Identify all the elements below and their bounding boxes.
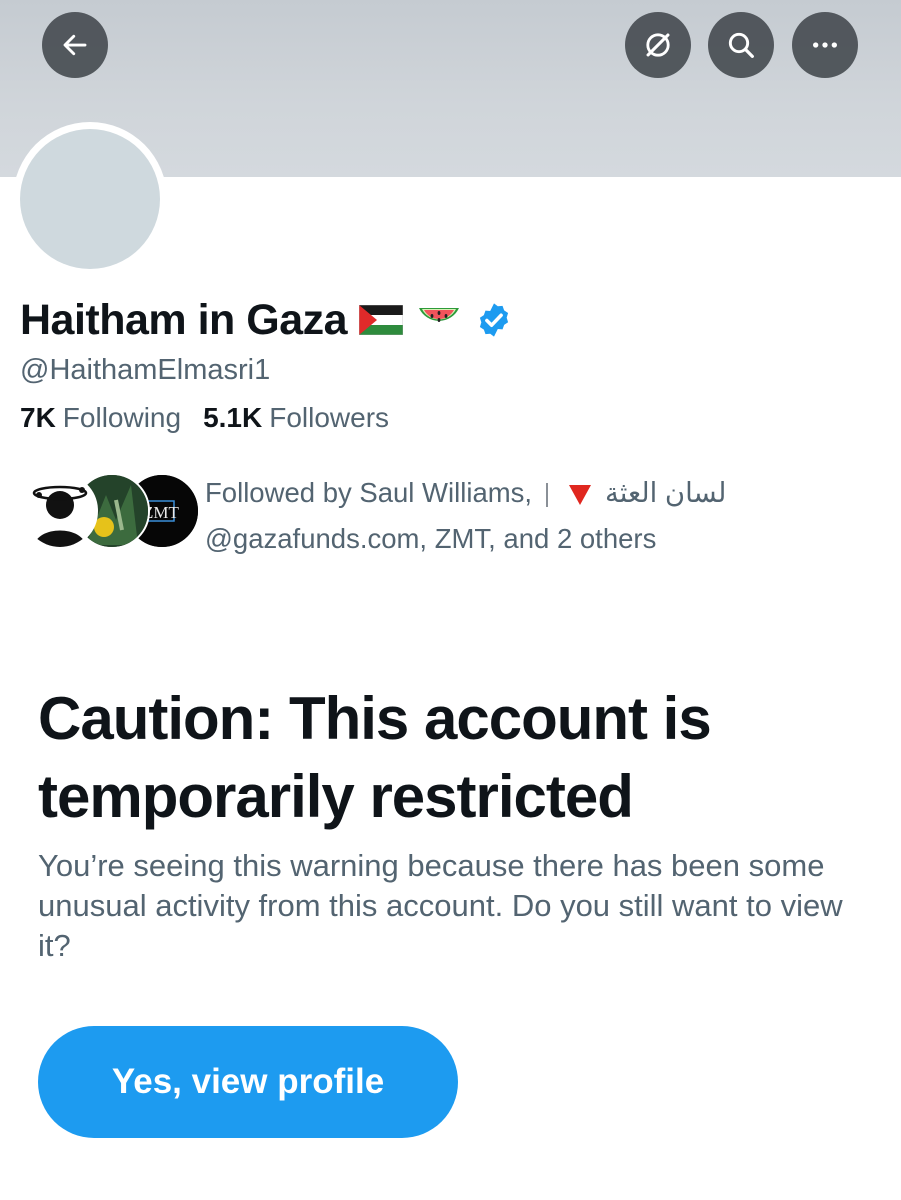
search-icon — [728, 32, 754, 58]
more-options-button[interactable] — [792, 12, 858, 78]
profile-avatar-frame — [13, 122, 167, 276]
followers-link[interactable]: 5.1K Followers — [203, 402, 389, 434]
following-count: 7K — [20, 402, 56, 433]
back-button[interactable] — [42, 12, 108, 78]
search-button[interactable] — [708, 12, 774, 78]
following-link[interactable]: 7K Following — [20, 402, 181, 434]
follow-stats: 7K Following 5.1K Followers — [20, 402, 389, 434]
palestine-flag-icon — [359, 305, 404, 335]
display-name: Haitham in Gaza — [20, 295, 348, 344]
followers-label: Followers — [269, 402, 390, 433]
followers-count: 5.1K — [203, 402, 263, 433]
more-horizontal-icon — [813, 42, 837, 48]
restriction-body: You’re seeing this warning because there… — [38, 848, 843, 963]
view-profile-button[interactable]: Yes, view profile — [38, 1026, 458, 1138]
watermelon-icon — [419, 308, 460, 322]
profile-avatar[interactable] — [20, 129, 160, 269]
arrow-left-icon — [63, 34, 87, 56]
red-triangle-icon — [569, 484, 592, 505]
mutual-followers-avatars[interactable]: ZMT — [22, 473, 200, 549]
followed-by-text[interactable]: Followed by Saul Williams, لسان العثة @g… — [205, 470, 885, 562]
restriction-title: Caution: This account is temporarily res… — [38, 685, 712, 830]
verified-badge-icon[interactable] — [475, 301, 513, 339]
mutual-avatar — [22, 473, 98, 549]
name-row: Haitham in Gaza — [20, 292, 513, 348]
flag-pin-icon — [545, 482, 552, 507]
followed-by-line-2: @gazafunds.com, ZMT, and 2 others — [205, 523, 657, 554]
grok-slash-circle-icon — [646, 33, 670, 57]
followed-by-line-1: Followed by Saul Williams, لسان العثة — [205, 477, 727, 508]
following-label: Following — [62, 402, 182, 433]
grok-button[interactable] — [625, 12, 691, 78]
profile-page: Haitham in Gaza @HaithamElmasri1 7K Foll… — [0, 0, 901, 1200]
profile-handle: @HaithamElmasri1 — [20, 354, 271, 386]
